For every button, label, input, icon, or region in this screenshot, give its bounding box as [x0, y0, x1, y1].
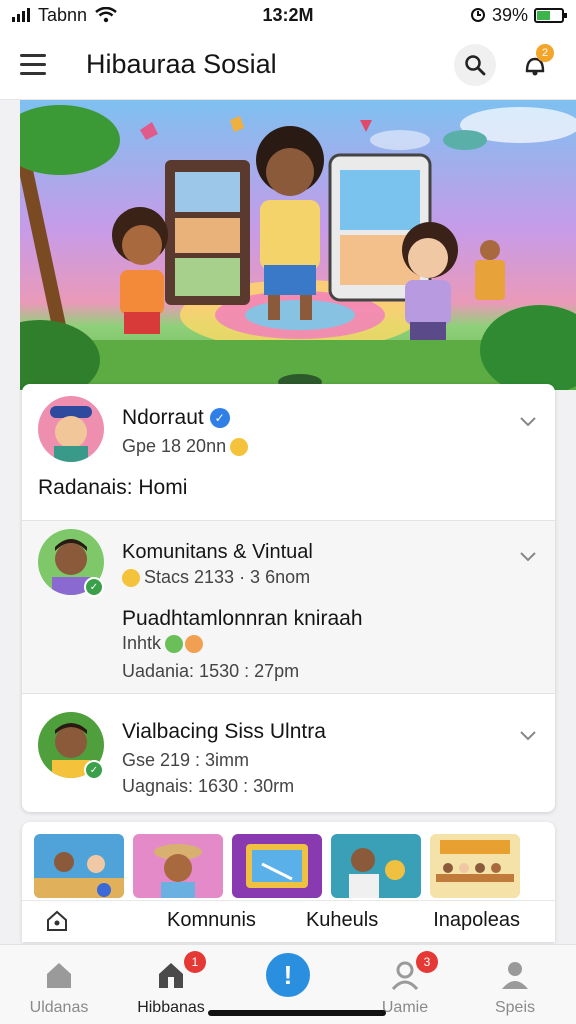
- post-meta: Stacs 2133 · 3 6nom: [144, 567, 311, 587]
- nav-item-hibbanas[interactable]: 1 Hibbanas: [116, 951, 226, 1017]
- notifications-button[interactable]: 2: [514, 43, 556, 86]
- nav-item-uldanas[interactable]: Uldanas: [4, 955, 114, 1017]
- media-thumbnail[interactable]: [34, 834, 124, 898]
- battery-percent: 39%: [491, 4, 528, 25]
- hero-banner: [20, 100, 576, 390]
- post-line: Uagnais: 1630 : 30rm: [122, 776, 295, 796]
- alarm-icon: [470, 8, 485, 22]
- media-strip: Komnunis Kuheuls Inapoleas: [22, 822, 555, 942]
- tab-bar: Komnunis Kuheuls Inapoleas: [22, 900, 555, 940]
- nav-item-uamie[interactable]: 3 Uamie: [350, 951, 460, 1017]
- tab-inapoleas[interactable]: Inapoleas: [433, 909, 520, 932]
- avatar[interactable]: [38, 396, 104, 462]
- media-thumbnail[interactable]: [133, 834, 223, 898]
- notification-badge: 3: [416, 951, 438, 973]
- tab-home[interactable]: [22, 909, 92, 933]
- emoji-icon: [122, 569, 140, 588]
- search-button[interactable]: [454, 43, 496, 86]
- status-badge: ✓: [84, 760, 104, 780]
- carrier-label: Tabnn: [38, 4, 88, 25]
- status-badge: ✓: [84, 577, 104, 597]
- battery-icon: [534, 7, 567, 23]
- post-author[interactable]: Vialbacing Siss Ulntra: [122, 720, 326, 744]
- media-thumbnail[interactable]: [331, 834, 421, 898]
- media-thumbnail[interactable]: [232, 834, 322, 898]
- post-line: Inhtk: [122, 633, 162, 653]
- media-thumbnail[interactable]: [430, 834, 520, 898]
- post-author[interactable]: Komunitans & Vintual: [122, 541, 313, 564]
- post-author[interactable]: Ndorraut: [122, 406, 204, 429]
- post-line: Uadania: 1530 : 27pm: [122, 661, 300, 681]
- tab-kuheuls[interactable]: Kuheuls: [306, 909, 378, 932]
- tab-komnunis[interactable]: Komnunis: [167, 909, 256, 932]
- post-item[interactable]: ✓ Vialbacing Siss Ulntra Gse 219 : 3imm …: [22, 694, 555, 812]
- home-icon: [47, 910, 67, 931]
- search-icon: [465, 54, 486, 75]
- signal-icon: [12, 8, 30, 22]
- post-body: Radanais: Homi: [38, 476, 188, 499]
- post-item[interactable]: ✓ Komunitans & Vintual Stacs 2133 · 3 6n…: [22, 521, 555, 694]
- post-title: Puadhtamlonnran kniraah: [122, 607, 363, 630]
- nav-label: Uldanas: [29, 999, 89, 1016]
- nav-label: Speis: [494, 999, 536, 1016]
- chevron-down-icon[interactable]: [517, 724, 539, 746]
- status-bar: Tabnn 13:2M 39%: [0, 0, 576, 30]
- menu-icon[interactable]: [20, 47, 56, 83]
- wifi-icon: [95, 7, 117, 23]
- post-meta: Gse 219 : 3imm: [122, 750, 250, 770]
- notification-badge: 2: [536, 43, 554, 62]
- nav-item-center[interactable]: !: [233, 953, 343, 997]
- home-indicator[interactable]: [208, 1010, 386, 1016]
- clock: 13:2M: [262, 4, 314, 25]
- alert-icon: !: [283, 959, 293, 990]
- emoji-icon: [185, 635, 204, 654]
- home-icon: [47, 963, 71, 988]
- post-meta: Gpe 18 20nn: [122, 436, 227, 456]
- post-item[interactable]: Ndorraut ✓ Gpe 18 20nn Radanais: Homi: [22, 384, 555, 521]
- chevron-down-icon[interactable]: [517, 545, 539, 567]
- verified-icon: ✓: [209, 408, 230, 429]
- app-header: Hibauraa Sosial 2: [0, 30, 576, 100]
- chevron-down-icon[interactable]: [517, 410, 539, 432]
- notification-badge: 1: [184, 951, 206, 973]
- feed-card: Ndorraut ✓ Gpe 18 20nn Radanais: Homi ✓ K…: [22, 384, 555, 812]
- alert-button[interactable]: !: [266, 953, 310, 997]
- emoji-icon: [165, 635, 184, 654]
- bottom-nav: Uldanas 1 Hibbanas ! 3 Uamie Speis: [0, 944, 576, 1024]
- hero-illustration: [20, 105, 576, 390]
- page-title: Hibauraa Sosial: [86, 49, 277, 79]
- emoji-icon: [230, 438, 249, 457]
- nav-item-speis[interactable]: Speis: [460, 955, 570, 1017]
- user-icon: [502, 962, 528, 989]
- community-icon: [159, 963, 183, 988]
